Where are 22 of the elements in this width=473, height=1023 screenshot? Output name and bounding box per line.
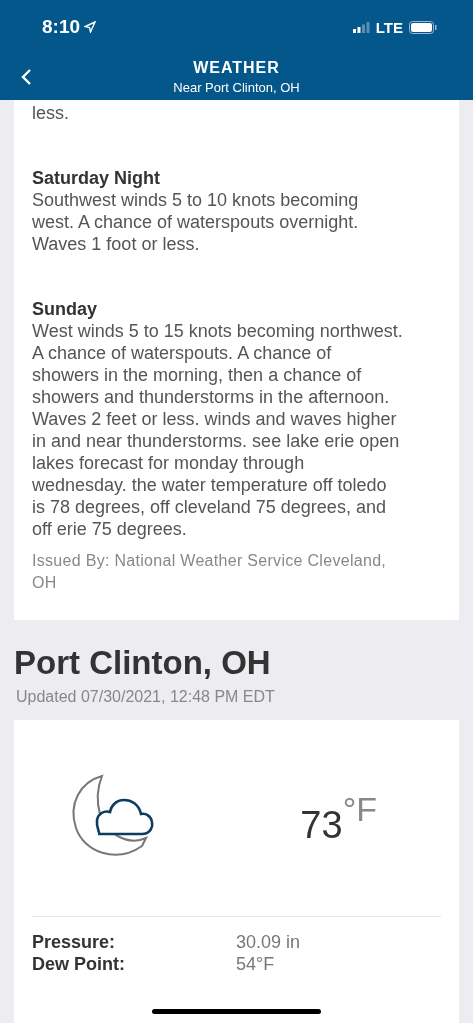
battery-icon — [409, 20, 437, 34]
chevron-left-icon — [20, 68, 32, 86]
detail-value: 30.09 in — [236, 931, 302, 953]
signal-icon — [352, 21, 370, 33]
detail-label: Dew Point: — [32, 953, 126, 975]
header-subtitle: Near Port Clinton, OH — [173, 80, 300, 95]
status-time: 8:10 — [42, 16, 97, 38]
period-name: Sunday — [32, 299, 98, 320]
temperature-unit: °F — [342, 789, 377, 829]
temperature-value: 73 — [300, 803, 343, 847]
period-name: Saturday Night — [32, 168, 161, 189]
forecast-text: West winds 5 to 15 knots becoming northwest. A chance of waterspouts. A chance of showers in the morning, then a chance of showers and thunderstorms in the afternoon. Waves 2 feet or less. winds and waves higher in and near thunderstorms. see lake erie open lakes forecast for monday through wednesday. the water temperature off toledo is 78 degrees, off cleveland 75 degrees, and off erie 75 degrees. — [32, 320, 403, 540]
forecast-text: less. — [32, 102, 70, 124]
detail-value: 54°F — [236, 953, 276, 975]
header-title: WEATHER — [193, 59, 280, 77]
forecast-text: Southwest winds 5 to 10 knots becoming west. A chance of waterspouts overnight. Waves 1 foot or less. — [32, 189, 360, 255]
updated-time: Updated 07/30/2021, 12:48 PM EDT — [16, 688, 276, 706]
location-name: Port Clinton, OH — [14, 644, 272, 682]
detail-label: Pressure: — [32, 931, 117, 953]
location-arrow-icon — [84, 21, 97, 33]
network-label: LTE — [375, 18, 403, 36]
issued-by-text: Issued By: National Weather Service Cleveland, OH — [32, 551, 388, 593]
